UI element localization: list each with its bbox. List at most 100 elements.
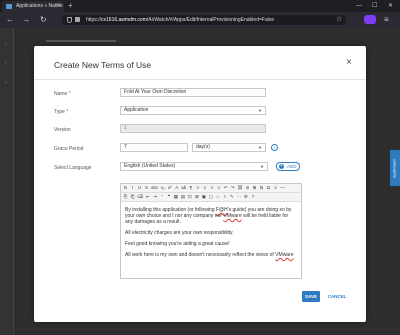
create-terms-modal: Create New Terms of Use × Name * Fold At… (34, 46, 366, 322)
editor-tool-button[interactable]: ⋯ (236, 193, 242, 201)
url-prefix: https:// (86, 17, 102, 23)
support-tab[interactable]: SUPPORT (390, 150, 400, 186)
editor-tool-button[interactable]: ↷ (230, 184, 235, 192)
editor-tool-button[interactable]: ≡ (209, 184, 214, 192)
browser-tab-bar: Applications » Native ✕ + — ☐ ✕ (0, 0, 400, 12)
plus-icon: + (279, 163, 284, 169)
editor-tool-button[interactable]: ? (250, 193, 255, 201)
forward-button[interactable]: → (22, 14, 30, 26)
rich-text-editor[interactable]: B I U Sabc x₂ x² Aab ¶ ≡ ≡ ≡ ≡ ↶ ↷ ⛓ ⊘ ⊞ ⊟ Ω ☺ — ⎘ ⎗ ⌫ ⇤ ⇥ “❝ ▦ ▤ ⊡ ⊠… (120, 183, 302, 279)
editor-paragraph: All electricity charges are your own res… (125, 230, 234, 236)
grace-period-label: Grace Period (54, 146, 84, 152)
close-icon[interactable]: × (346, 57, 352, 68)
editor-tool-button[interactable]: B (123, 184, 128, 192)
editor-tool-button[interactable]: ▦ (173, 193, 178, 201)
minimize-button[interactable]: — (356, 0, 362, 12)
editor-tool-button[interactable]: ☺ (273, 184, 278, 192)
modal-divider (34, 79, 366, 80)
editor-tool-button[interactable]: x₂ (160, 184, 165, 192)
select-language-label: Select Language (54, 165, 92, 171)
lock-icon (75, 17, 80, 22)
url-bar[interactable]: https://cx1616.awmdm.com/AirWatch/#/Apps… (62, 15, 346, 25)
editor-tool-button[interactable]: abc (151, 184, 158, 192)
editor-tool-button[interactable]: ⎗ (130, 193, 135, 201)
editor-tool-button[interactable]: ⊘ (245, 184, 250, 192)
editor-tool-button[interactable]: “ (159, 193, 164, 201)
editor-paragraph: All work here is my own and doesn't nece… (125, 252, 294, 258)
chevron-right-icon: › (5, 60, 7, 66)
editor-tool-button[interactable]: — (280, 184, 285, 192)
shield-icon (67, 17, 72, 23)
editor-tool-button[interactable]: ⚙ (243, 193, 248, 201)
editor-tool-button[interactable]: ▣ (201, 193, 206, 201)
editor-tool-button[interactable]: ⛓ (237, 184, 243, 192)
editor-tool-button[interactable]: ⎘ (123, 193, 128, 201)
extension-icon[interactable] (364, 15, 376, 24)
background-placeholder-line (46, 40, 116, 42)
editor-tool-button[interactable]: ⇥ (152, 193, 157, 201)
editor-tool-button[interactable]: ▢ (208, 193, 213, 201)
maximize-button[interactable]: ☐ (372, 0, 377, 12)
version-label: Version (54, 127, 71, 133)
grace-period-unit-select[interactable]: day(s) ▼ (192, 143, 266, 152)
editor-toolbar-row-1: B I U Sabc x₂ x² Aab ¶ ≡ ≡ ≡ ≡ ↶ ↷ ⛓ ⊘ ⊞ ⊟ Ω ☺ — (121, 184, 301, 193)
editor-tool-button[interactable]: Ω (266, 184, 271, 192)
editor-tool-button[interactable]: ab (181, 184, 186, 192)
browser-menu-button[interactable]: ≡ (384, 14, 389, 26)
chevron-right-icon: › (5, 80, 7, 86)
editor-toolbar-row-2: ⎘ ⎗ ⌫ ⇤ ⇥ “❝ ▦ ▤ ⊡ ⊠ ▣ ▢ ⌂ ⌕ ✎ ⋯ ⚙? (121, 193, 301, 202)
url-path: /AirWatch/#/Apps/Edit/InternalProvisioni… (146, 17, 275, 23)
browser-tab[interactable]: Applications » Native ✕ (2, 1, 64, 12)
editor-tool-button[interactable]: ⊡ (187, 193, 192, 201)
editor-tool-button[interactable]: I (130, 184, 135, 192)
chevron-down-icon: ▼ (258, 145, 262, 150)
editor-tool-button[interactable]: ▤ (180, 193, 185, 201)
window-close-button[interactable]: ✕ (388, 0, 393, 12)
editor-tool-button[interactable]: ↶ (223, 184, 228, 192)
name-label: Name * (54, 91, 71, 97)
editor-tool-button[interactable]: ⌫ (137, 193, 143, 201)
reload-button[interactable]: ↻ (40, 14, 47, 26)
tab-close-icon[interactable]: ✕ (56, 1, 61, 12)
language-select[interactable]: English (United States) ▼ (120, 162, 268, 171)
editor-tool-button[interactable]: ¶ (188, 184, 193, 192)
add-language-button[interactable]: + ADD (276, 162, 300, 171)
new-tab-button[interactable]: + (68, 0, 73, 12)
editor-tool-button[interactable]: A (174, 184, 179, 192)
type-label: Type * (54, 109, 69, 115)
grace-period-input[interactable]: 7 (120, 143, 188, 152)
cancel-button[interactable]: CANCEL (326, 291, 348, 302)
editor-tool-button[interactable]: ⇤ (145, 193, 150, 201)
editor-tool-button[interactable]: ❝ (166, 193, 171, 201)
editor-tool-button[interactable]: U (137, 184, 142, 192)
editor-tool-button[interactable]: S (144, 184, 149, 192)
editor-tool-button[interactable]: ≡ (195, 184, 200, 192)
editor-tool-button[interactable]: ⊠ (194, 193, 199, 201)
editor-paragraph: By installing this application (or follo… (125, 207, 292, 225)
app-sidebar: › › › (0, 28, 14, 335)
editor-tool-button[interactable]: x² (167, 184, 172, 192)
chevron-down-icon: ▼ (260, 164, 264, 169)
info-icon[interactable]: i (271, 144, 278, 151)
editor-tool-button[interactable]: ⌂ (215, 193, 220, 201)
save-button[interactable]: SAVE (302, 291, 320, 302)
required-mark: * (68, 91, 71, 97)
chevron-down-icon: ▼ (258, 108, 262, 113)
version-field: 1 (120, 124, 266, 133)
favicon-icon (6, 4, 12, 9)
browser-nav-bar: ← → ↻ https://cx1616.awmdm.com/AirWatch/… (0, 12, 400, 28)
editor-paragraph: Feel good knowing you're aiding a great … (125, 241, 230, 247)
editor-tool-button[interactable]: ⊞ (252, 184, 257, 192)
modal-title: Create New Terms of Use (54, 60, 152, 70)
editor-tool-button[interactable]: ≡ (216, 184, 221, 192)
type-select[interactable]: Application ▼ (120, 106, 266, 115)
bookmark-star-icon[interactable]: ☆ (336, 15, 342, 25)
url-domain: cx1616.awmdm.com (101, 17, 147, 23)
editor-tool-button[interactable]: ✎ (229, 193, 234, 201)
name-input[interactable]: Fold At Your Own Discretion (120, 88, 266, 97)
back-button[interactable]: ← (6, 14, 14, 26)
editor-tool-button[interactable]: ⌕ (222, 193, 227, 201)
editor-tool-button[interactable]: ⊟ (259, 184, 264, 192)
editor-tool-button[interactable]: ≡ (202, 184, 207, 192)
editor-content[interactable]: By installing this application (or follo… (125, 207, 297, 263)
